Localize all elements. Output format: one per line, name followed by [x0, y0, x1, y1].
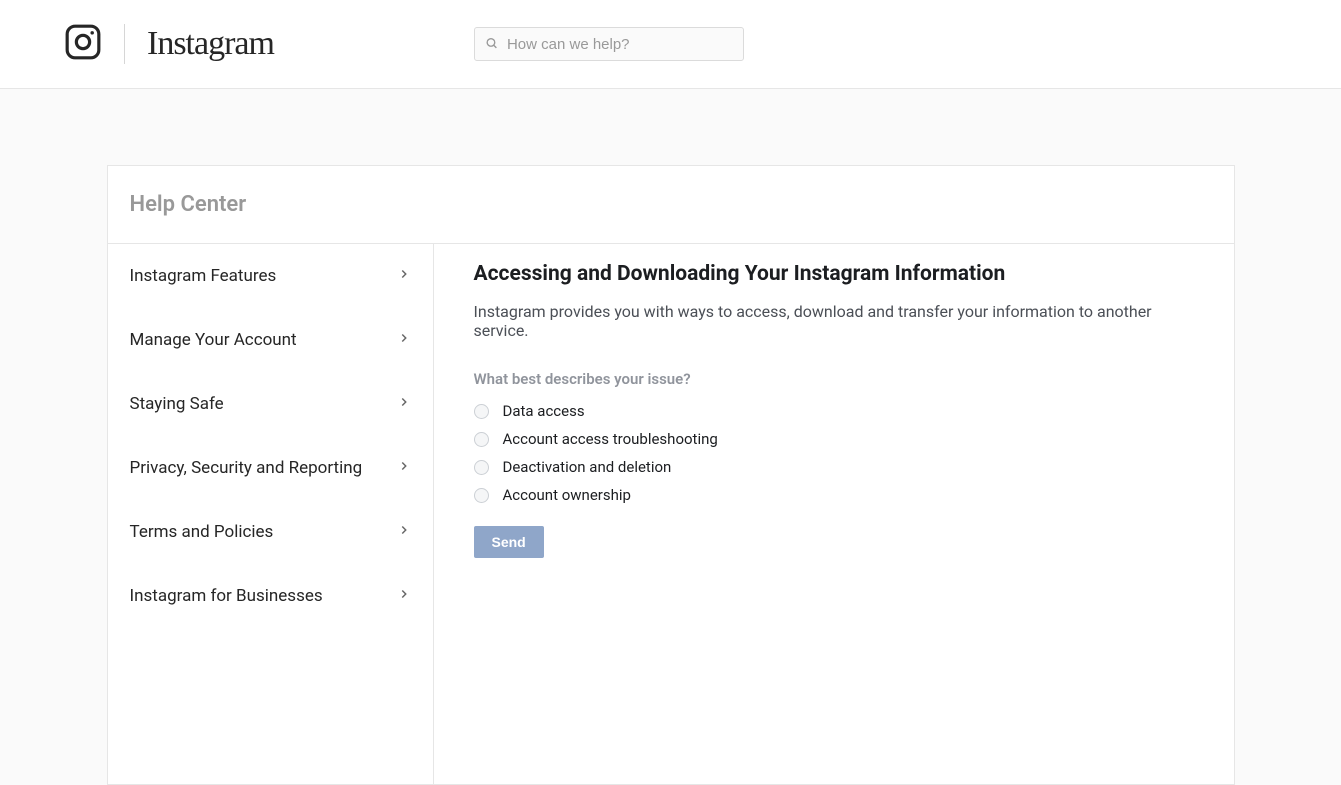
main-content: Accessing and Downloading Your Instagram…: [434, 244, 1234, 784]
send-button[interactable]: Send: [474, 526, 544, 558]
option-label: Deactivation and deletion: [503, 458, 672, 476]
sidebar-item-terms-policies[interactable]: Terms and Policies: [108, 500, 433, 564]
search-input[interactable]: [474, 27, 744, 61]
chevron-right-icon: [397, 394, 411, 414]
radio-icon[interactable]: [474, 460, 489, 475]
option-account-access-troubleshooting[interactable]: Account access troubleshooting: [474, 430, 1194, 448]
chevron-right-icon: [397, 586, 411, 606]
option-deactivation-deletion[interactable]: Deactivation and deletion: [474, 458, 1194, 476]
search-icon: [485, 35, 498, 54]
radio-icon[interactable]: [474, 432, 489, 447]
sidebar-item-label: Manage Your Account: [130, 330, 297, 350]
sidebar-item-instagram-businesses[interactable]: Instagram for Businesses: [108, 564, 433, 628]
logo-group[interactable]: Instagram: [64, 23, 274, 65]
chevron-right-icon: [397, 266, 411, 286]
content-heading: Accessing and Downloading Your Instagram…: [474, 262, 1194, 286]
card-header: Help Center: [108, 166, 1234, 244]
chevron-right-icon: [397, 330, 411, 350]
page-title: Help Center: [130, 192, 1212, 217]
top-bar: Instagram: [0, 0, 1341, 89]
sidebar-item-staying-safe[interactable]: Staying Safe: [108, 372, 433, 436]
help-card: Help Center Instagram Features Manage Yo…: [107, 165, 1235, 785]
sidebar: Instagram Features Manage Your Account S…: [108, 244, 434, 784]
option-label: Account ownership: [503, 486, 631, 504]
sidebar-item-label: Staying Safe: [130, 394, 224, 414]
option-data-access[interactable]: Data access: [474, 402, 1194, 420]
sidebar-item-label: Privacy, Security and Reporting: [130, 458, 363, 478]
sidebar-item-label: Terms and Policies: [130, 522, 274, 542]
chevron-right-icon: [397, 522, 411, 542]
form-question: What best describes your issue?: [474, 370, 1194, 388]
sidebar-item-label: Instagram Features: [130, 266, 277, 286]
instagram-wordmark: Instagram: [147, 25, 274, 63]
option-label: Data access: [503, 402, 585, 420]
instagram-glyph-icon: [64, 23, 102, 65]
sidebar-item-instagram-features[interactable]: Instagram Features: [108, 244, 433, 308]
content-intro: Instagram provides you with ways to acce…: [474, 302, 1194, 340]
option-label: Account access troubleshooting: [503, 430, 718, 448]
logo-divider: [124, 24, 125, 64]
radio-icon[interactable]: [474, 488, 489, 503]
radio-icon[interactable]: [474, 404, 489, 419]
chevron-right-icon: [397, 458, 411, 478]
sidebar-item-label: Instagram for Businesses: [130, 586, 323, 606]
option-account-ownership[interactable]: Account ownership: [474, 486, 1194, 504]
sidebar-item-privacy-security[interactable]: Privacy, Security and Reporting: [108, 436, 433, 500]
sidebar-item-manage-account[interactable]: Manage Your Account: [108, 308, 433, 372]
search-wrap: [474, 27, 744, 61]
